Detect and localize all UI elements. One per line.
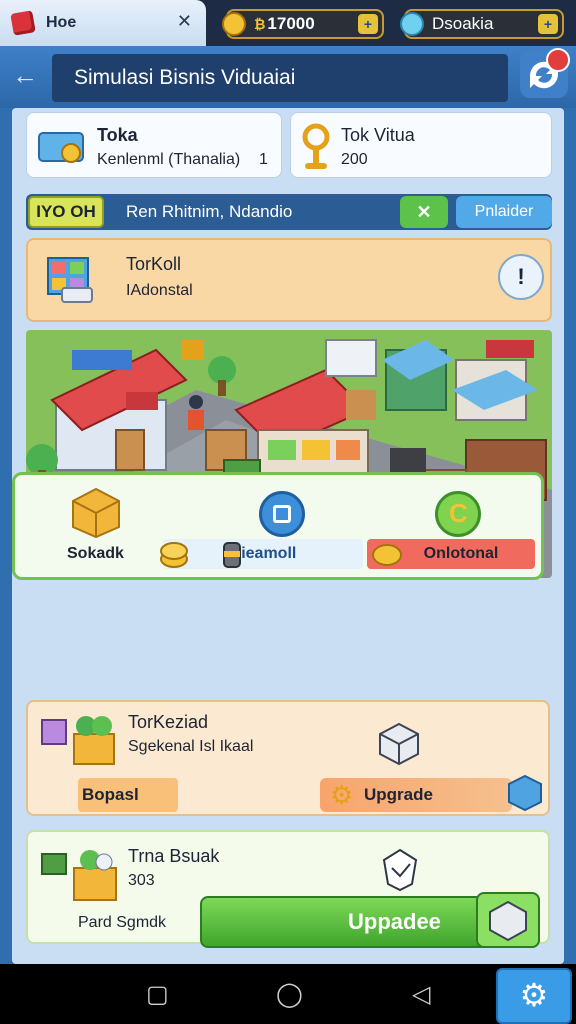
building-card-1[interactable]: TorKeziad Sgekenal Isl Ikaal Bopasl Upgr… (26, 700, 550, 816)
shop-stat-card[interactable]: Toka Kenlenml (Thanalia) 1 (26, 112, 282, 178)
level-bar: IYO OH Ren Rhitnim, Ndandio ✕ Pnlaider (26, 194, 552, 230)
diamond-production-button[interactable] (259, 491, 305, 537)
tab-home[interactable]: Hoe ✕ (0, 0, 206, 46)
shop-card-title: TorKoll (126, 254, 182, 274)
production-item-3-label: Onlotonal (423, 545, 499, 562)
production-item-1-label: Sokadk (67, 545, 124, 562)
coins-value: 17000 (267, 14, 315, 33)
jar-icon (223, 542, 241, 568)
box-icon (72, 487, 120, 539)
coins-counter: ₿ 17000 + (222, 9, 384, 39)
system-nav-bar: ▢ ◯ ◁ ⚙ (0, 964, 576, 1024)
home-icon[interactable]: ◯ (276, 980, 303, 1009)
page-title-box: Simulasi Bisnis Viduaiai (52, 54, 508, 102)
produce-crate-icon (41, 716, 115, 765)
vegetable-box-icon (41, 850, 117, 901)
cube-icon (379, 722, 419, 766)
collect-button[interactable]: C (435, 491, 481, 537)
building-2-title: Trna Bsuak (128, 846, 220, 866)
gems-counter: Dsoakia + (400, 9, 564, 39)
shield-icon (382, 848, 418, 892)
production-item-2-pill[interactable]: Dieamoll (163, 539, 363, 569)
level-badge: IYO OH (28, 196, 104, 228)
status-bar: Hoe ✕ ₿ 17000 + Dsoakia + (0, 0, 576, 46)
big-upgrade-label: Uppadee (348, 909, 441, 934)
refresh-c-icon: C (449, 498, 468, 528)
shop-stat-value: 1 (259, 151, 268, 168)
shop-card-subtitle: IAdonstal (126, 282, 193, 299)
shop-stat-title: Toka (97, 125, 138, 145)
recents-icon[interactable]: ▢ (146, 980, 169, 1009)
production-panel: Sokadk Dieamoll Onlotonal C (12, 472, 544, 580)
visitor-stat-card[interactable]: Tok Vitua 200 (290, 112, 552, 178)
shop-stat-line: Kenlenml (Thanalia) (97, 151, 241, 168)
back-icon[interactable]: ◁ (412, 980, 430, 1009)
upgrade-cube-badge (476, 892, 540, 948)
cross-tools-button[interactable]: ✕ (400, 196, 448, 228)
building-1-left-button[interactable]: Bopasl (78, 778, 178, 812)
info-button[interactable]: ! (498, 254, 544, 300)
building-1-title: TorKeziad (128, 712, 209, 732)
gear-coin-icon (222, 12, 246, 36)
store-shelf-icon (47, 257, 93, 303)
visitor-stat-value: 200 (341, 151, 368, 168)
building-2-footer: Pard Sgmdk (78, 914, 167, 931)
page-title: Simulasi Bisnis Viduaiai (74, 66, 296, 89)
coin-stack-icon (160, 542, 188, 568)
big-upgrade-button[interactable]: Uppadee (200, 892, 540, 948)
building-1-subtitle: Sgekenal Isl Ikaal (128, 738, 254, 755)
notification-badge (546, 48, 570, 72)
header: ← Simulasi Bisnis Viduaiai (0, 46, 576, 108)
left-shop-sign (72, 350, 132, 370)
building-1-upgrade-label: Upgrade (364, 785, 433, 804)
level-text: Ren Rhitnim, Ndandio (126, 202, 293, 221)
sync-button[interactable] (520, 48, 570, 98)
shop-card[interactable]: TorKoll IAdonstal ! (26, 238, 552, 322)
gift-icon (10, 10, 36, 36)
coins-prefix: ₿ (254, 16, 266, 32)
settings-gear-icon[interactable]: ⚙ (496, 968, 572, 1024)
square-icon (273, 505, 291, 523)
close-icon[interactable]: ✕ (177, 11, 192, 32)
gear-icon: ⚙ (330, 780, 354, 810)
upgrade-cube-icon (489, 900, 527, 942)
gems-value: Dsoakia (432, 14, 494, 33)
provider-button[interactable]: Pnlaider (456, 196, 552, 228)
visitor-stat-title: Tok Vitua (341, 125, 415, 145)
add-gems-button[interactable]: + (538, 14, 558, 34)
tab-home-label: Hoe (46, 14, 77, 31)
ticket-icon (38, 132, 84, 163)
key-icon (302, 123, 330, 169)
diamond-icon (400, 12, 424, 36)
blue-cube-icon (508, 774, 542, 812)
add-coins-button[interactable]: + (358, 14, 378, 34)
coin-icon (372, 544, 402, 566)
building-2-value: 303 (128, 872, 155, 889)
back-arrow-icon[interactable]: ← (12, 60, 38, 91)
